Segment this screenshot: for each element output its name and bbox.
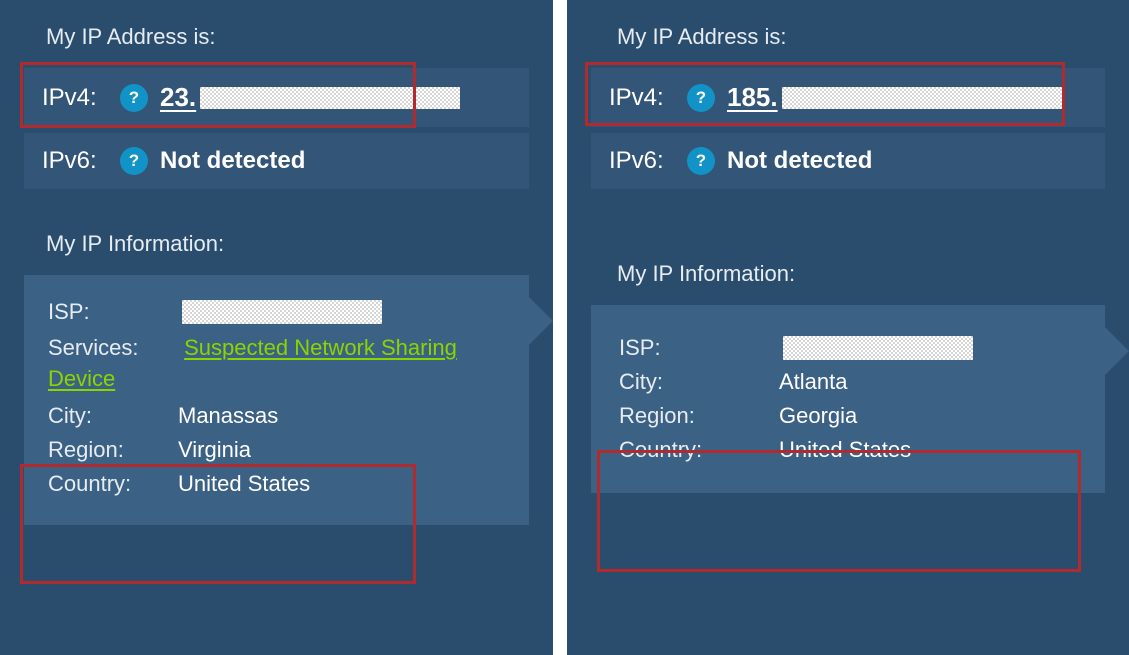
help-icon[interactable]: ? xyxy=(120,147,148,175)
ipv4-label: IPv4: xyxy=(42,84,114,112)
help-icon[interactable]: ? xyxy=(687,84,715,112)
isp-row: ISP: xyxy=(48,295,505,329)
redacted-block xyxy=(200,87,460,109)
redacted-block xyxy=(182,300,382,324)
spacer xyxy=(591,195,1105,257)
ipv6-row: IPv6: ? Not detected xyxy=(591,133,1105,189)
country-value: United States xyxy=(779,437,911,463)
ipv6-value: Not detected xyxy=(727,147,872,175)
spacer xyxy=(24,195,529,227)
ip-info-box: ISP: City: Atlanta Region: Georgia Count… xyxy=(591,305,1105,493)
ip-address-heading: My IP Address is: xyxy=(617,24,1105,50)
city-label: City: xyxy=(619,369,779,395)
ipv4-prefix: 185. xyxy=(727,82,778,113)
ipv4-value[interactable]: 23. xyxy=(160,82,460,113)
region-row: Region: Virginia xyxy=(48,433,505,467)
country-row: Country: United States xyxy=(48,467,505,501)
isp-label: ISP: xyxy=(619,335,779,361)
ip-panel-left: My IP Address is: IPv4: ? 23. IPv6: ? No… xyxy=(0,0,553,655)
help-icon[interactable]: ? xyxy=(120,84,148,112)
ipv6-label: IPv6: xyxy=(609,147,681,175)
ipv6-value: Not detected xyxy=(160,147,305,175)
region-label: Region: xyxy=(48,437,178,463)
country-label: Country: xyxy=(619,437,779,463)
ipv4-row: IPv4: ? 23. xyxy=(24,68,529,127)
ipv4-value[interactable]: 185. xyxy=(727,82,1062,113)
city-row: City: Atlanta xyxy=(619,365,1077,399)
ipv4-row: IPv4: ? 185. xyxy=(591,68,1105,127)
isp-row: ISP: xyxy=(619,331,1077,365)
services-row: Services: Suspected Network Sharing Devi… xyxy=(48,329,505,399)
ipv6-row: IPv6: ? Not detected xyxy=(24,133,529,189)
city-label: City: xyxy=(48,403,178,429)
country-value: United States xyxy=(178,471,310,497)
ipv4-prefix: 23. xyxy=(160,82,196,113)
ip-info-heading: My IP Information: xyxy=(46,231,529,257)
country-row: Country: United States xyxy=(619,433,1077,467)
help-icon[interactable]: ? xyxy=(687,147,715,175)
ipv4-label: IPv4: xyxy=(609,84,681,112)
country-label: Country: xyxy=(48,471,178,497)
region-value: Virginia xyxy=(178,437,251,463)
city-value: Manassas xyxy=(178,403,278,429)
ip-panel-right: My IP Address is: IPv4: ? 185. IPv6: ? N… xyxy=(567,0,1129,655)
redacted-block xyxy=(783,336,973,360)
ip-info-box: ISP: Services: Suspected Network Sharing… xyxy=(24,275,529,525)
ip-address-heading: My IP Address is: xyxy=(46,24,529,50)
region-value: Georgia xyxy=(779,403,857,429)
city-value: Atlanta xyxy=(779,369,848,395)
region-row: Region: Georgia xyxy=(619,399,1077,433)
region-label: Region: xyxy=(619,403,779,429)
redacted-block xyxy=(782,87,1062,109)
services-label: Services: xyxy=(48,335,178,361)
ip-info-heading: My IP Information: xyxy=(617,261,1105,287)
isp-label: ISP: xyxy=(48,299,178,325)
ipv6-label: IPv6: xyxy=(42,147,114,175)
city-row: City: Manassas xyxy=(48,399,505,433)
